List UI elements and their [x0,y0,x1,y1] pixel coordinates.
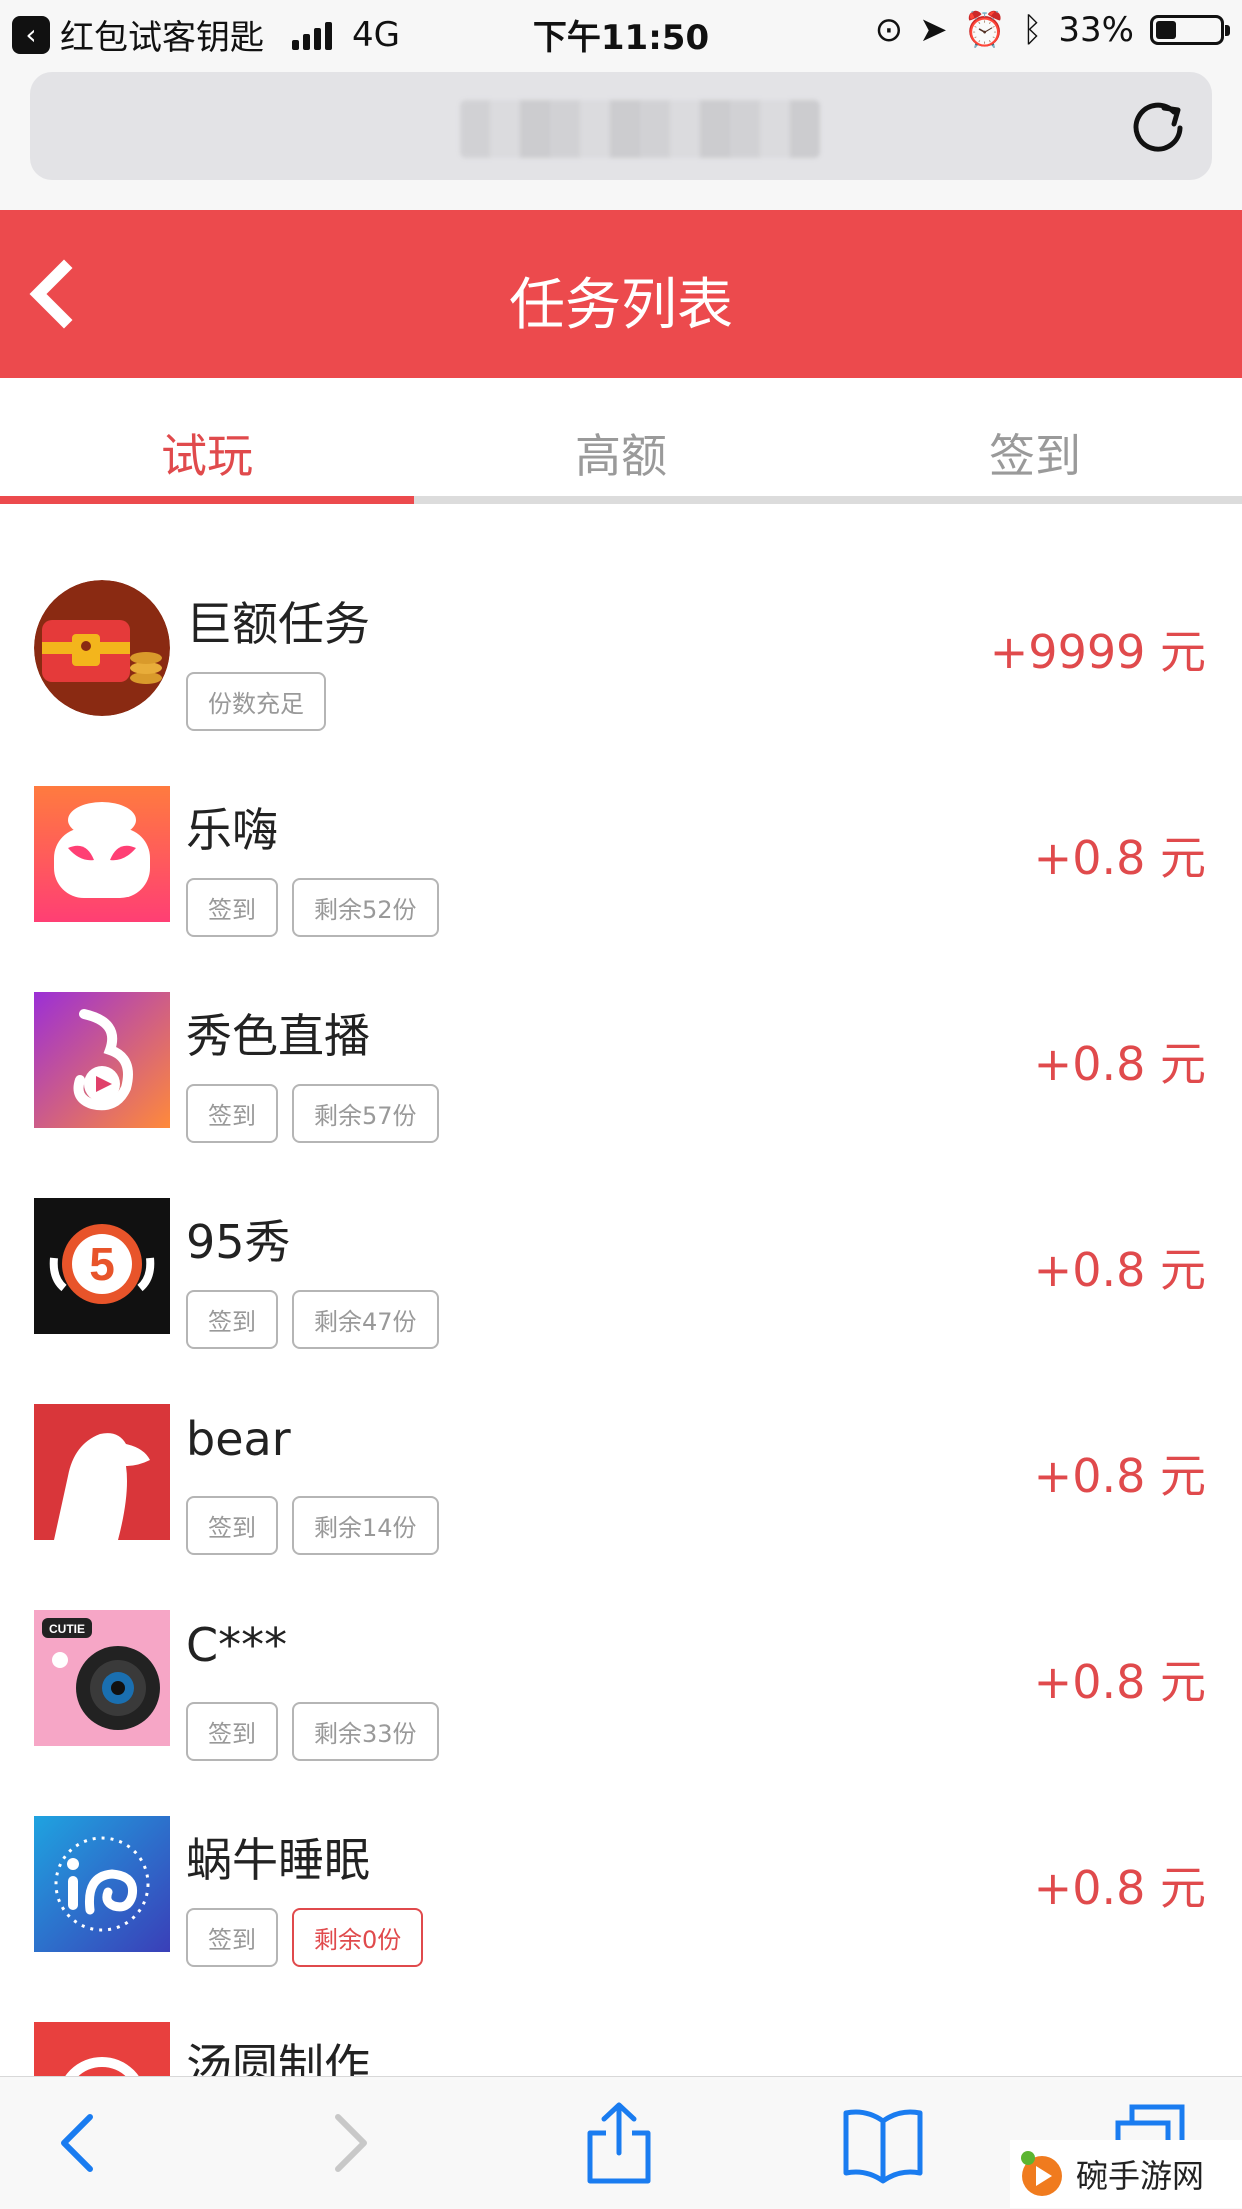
task-tags: 份数充足 [186,672,326,731]
battery-icon [1150,15,1230,45]
page-title: 任务列表 [509,273,733,338]
tag-remaining: 剩余14份 [292,1496,439,1555]
tag-remaining-empty: 剩余0份 [292,1908,424,1967]
task-tags: 签到 剩余0份 [186,1908,424,1967]
page-header: 任务列表 [0,210,1242,378]
task-tags: 签到 剩余52份 [186,878,439,937]
xiuse-live-app-icon [34,992,170,1128]
status-right: ⊙ ➤ ⏰ ᛒ 33% [874,10,1230,50]
watermark: 碗手游网 [1010,2140,1242,2208]
95xiu-app-icon: 5 [34,1198,170,1334]
task-name: 巨额任务 [186,597,370,651]
task-reward: +0.8 元 [1033,1861,1206,1915]
tab-underline-active [0,496,414,504]
tab-checkin[interactable]: 签到 [828,378,1242,504]
share-icon[interactable] [574,2097,664,2187]
watermark-logo-icon [1021,2151,1062,2196]
browser-forward-icon[interactable] [304,2097,394,2187]
list-item[interactable]: CUTIE C*** 签到 剩余33份 +0.8 元 [0,1570,1242,1776]
task-name: C*** [186,1618,288,1672]
list-item[interactable]: bear 签到 剩余14份 +0.8 元 [0,1364,1242,1570]
tag-remaining: 剩余52份 [292,878,439,937]
list-item[interactable]: 秀色直播 签到 剩余57份 +0.8 元 [0,952,1242,1158]
task-name: bear [186,1412,291,1466]
tag-checkin: 签到 [186,878,278,937]
bookmarks-icon[interactable] [838,2097,928,2187]
task-tags: 签到 剩余14份 [186,1496,439,1555]
task-reward: +0.8 元 [1033,1655,1206,1709]
snail-sleep-app-icon [34,1816,170,1952]
tab-high-value[interactable]: 高额 [414,378,828,504]
reload-icon[interactable] [1130,98,1188,156]
tag-remaining: 剩余47份 [292,1290,439,1349]
task-tags: 签到 剩余33份 [186,1702,439,1761]
task-name: 蜗牛睡眠 [186,1833,370,1887]
list-item[interactable]: 巨额任务 份数充足 +9999 元 [0,540,1242,746]
tab-trial[interactable]: 试玩 [0,378,414,504]
status-bar: ‹ 红包试客钥匙 4G 下午11:50 ⊙ ➤ ⏰ ᛒ 33% [0,0,1242,62]
tag-checkin: 签到 [186,1084,278,1143]
task-reward: +0.8 元 [1033,1449,1206,1503]
browser-back-icon[interactable] [34,2097,124,2187]
task-reward: +9999 元 [989,625,1206,679]
treasure-chest-icon [34,580,170,716]
location-icon: ➤ [919,10,948,50]
svg-text:CUTIE: CUTIE [49,1622,85,1636]
blurred-url [460,100,820,158]
watermark-text: 碗手游网 [1076,2157,1205,2195]
tag-checkin: 签到 [186,1496,278,1555]
list-item[interactable]: 乐嗨 签到 剩余52份 +0.8 元 [0,746,1242,952]
battery-fill [1156,21,1176,39]
bluetooth-icon: ᛒ [1022,10,1043,50]
alarm-icon: ⏰ [963,10,1007,50]
task-name: 乐嗨 [186,803,278,857]
list-item[interactable]: 5 95秀 签到 剩余47份 +0.8 元 [0,1158,1242,1364]
tag-remaining: 剩余57份 [292,1084,439,1143]
tag-stock: 份数充足 [186,672,326,731]
battery-percent: 33% [1058,10,1134,50]
tag-remaining: 剩余33份 [292,1702,439,1761]
task-reward: +0.8 元 [1033,831,1206,885]
rotation-lock-icon: ⊙ [874,10,904,50]
address-bar[interactable] [30,72,1212,180]
tab-bar: 试玩 高额 签到 [0,378,1242,504]
svg-text:5: 5 [89,1238,115,1290]
task-tags: 签到 剩余57份 [186,1084,439,1143]
cutie-camera-app-icon: CUTIE [34,1610,170,1746]
bear-app-icon [34,1404,170,1540]
tag-checkin: 签到 [186,1290,278,1349]
task-name: 秀色直播 [186,1009,370,1063]
lehai-app-icon [34,786,170,922]
task-reward: +0.8 元 [1033,1243,1206,1297]
browser-address-area [0,62,1242,210]
tag-checkin: 签到 [186,1702,278,1761]
task-reward: +0.8 元 [1033,1037,1206,1091]
task-name: 95秀 [186,1215,291,1269]
task-tags: 签到 剩余47份 [186,1290,439,1349]
list-item[interactable]: 蜗牛睡眠 签到 剩余0份 +0.8 元 [0,1776,1242,1982]
tag-checkin: 签到 [186,1908,278,1967]
